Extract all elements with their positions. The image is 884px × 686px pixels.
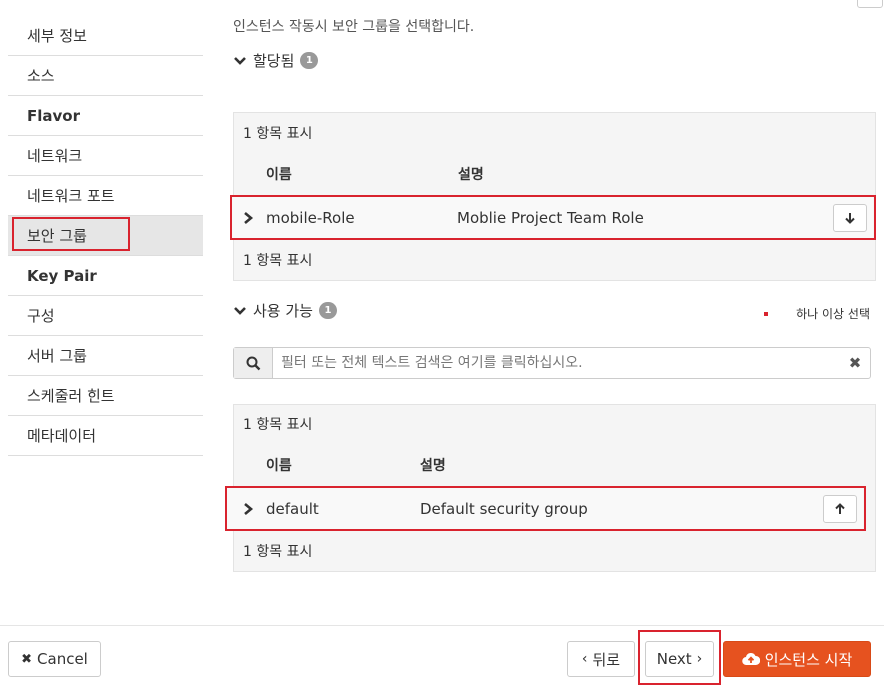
sidebar-item-server-groups[interactable]: 서버 그룹 <box>8 336 203 376</box>
sidebar-item-label: 네트워크 포트 <box>27 187 115 205</box>
row-description: Moblie Project Team Role <box>457 208 644 227</box>
help-button[interactable] <box>857 0 883 8</box>
search-addon <box>234 348 273 378</box>
allocated-toggle[interactable]: 할당됨 1 <box>233 50 319 71</box>
sidebar-item-label: 스케줄러 힌트 <box>27 387 115 405</box>
search-input[interactable] <box>273 348 840 378</box>
sidebar-item-label: Key Pair <box>27 266 97 285</box>
select-note-text: 하나 이상 선택 <box>796 307 870 321</box>
table-row[interactable]: default Default security group <box>225 486 866 531</box>
column-header-name: 이름 <box>266 167 292 183</box>
column-header-description: 설명 <box>458 167 484 183</box>
row-description: Default security group <box>420 499 588 518</box>
sidebar-item-label: 소스 <box>27 67 55 85</box>
sidebar-item-key-pair[interactable]: Key Pair <box>8 256 203 296</box>
column-header-name: 이름 <box>266 458 292 474</box>
sidebar-item-flavor[interactable]: Flavor <box>8 96 203 136</box>
close-icon: ✖ <box>21 651 33 667</box>
arrow-up-icon <box>835 502 845 514</box>
back-label: 뒤로 <box>592 650 621 669</box>
available-title: 사용 가능 <box>253 302 313 320</box>
sidebar-item-details[interactable]: 세부 정보 <box>8 16 203 56</box>
allocate-button[interactable] <box>823 494 857 523</box>
footer-divider <box>0 625 884 626</box>
sidebar-item-label: 메타데이터 <box>27 427 97 445</box>
row-name: mobile-Role <box>266 208 355 227</box>
allocated-display-count-bottom: 1 항목 표시 <box>243 253 313 269</box>
deallocate-button[interactable] <box>833 203 867 232</box>
cancel-button[interactable]: ✖ Cancel <box>8 641 101 677</box>
allocated-count-badge: 1 <box>300 52 319 69</box>
back-button[interactable]: ‹ 뒤로 <box>567 641 635 677</box>
search-icon <box>246 356 260 370</box>
table-row[interactable]: mobile-Role Moblie Project Team Role <box>230 195 876 240</box>
arrow-down-icon <box>845 212 855 224</box>
sidebar-item-label: 서버 그룹 <box>27 347 87 365</box>
launch-instance-button[interactable]: 인스턴스 시작 <box>723 641 871 677</box>
available-count-badge: 1 <box>318 302 337 319</box>
row-name: default <box>266 499 319 518</box>
launch-label: 인스턴스 시작 <box>764 650 853 669</box>
clear-icon[interactable]: ✖ <box>840 348 870 378</box>
chevron-right-icon[interactable] <box>241 502 255 516</box>
sidebar-item-security-groups[interactable]: 보안 그룹 <box>8 216 203 256</box>
cloud-upload-icon <box>741 652 760 666</box>
intro-text: 인스턴스 작동시 보안 그룹을 선택합니다. <box>233 19 475 35</box>
wizard-sidebar: 세부 정보 소스 Flavor 네트워크 네트워크 포트 보안 그룹 Key P… <box>8 16 203 456</box>
sidebar-item-label: 세부 정보 <box>27 27 87 45</box>
chevron-left-icon: ‹ <box>581 651 588 667</box>
highlight-box <box>638 630 721 685</box>
selection-requirement: 하나 이상 선택 <box>764 305 870 322</box>
sidebar-item-label: 네트워크 <box>27 147 83 165</box>
chevron-down-icon <box>234 306 246 315</box>
sidebar-item-metadata[interactable]: 메타데이터 <box>8 416 203 456</box>
chevron-down-icon <box>234 56 246 65</box>
available-table: 1 항목 표시 이름 설명 default Default security g… <box>225 404 876 572</box>
sidebar-item-scheduler-hints[interactable]: 스케줄러 힌트 <box>8 376 203 416</box>
available-toggle[interactable]: 사용 가능 1 <box>233 300 337 321</box>
sidebar-item-network-ports[interactable]: 네트워크 포트 <box>8 176 203 216</box>
allocated-display-count: 1 항목 표시 <box>243 126 313 142</box>
available-display-count: 1 항목 표시 <box>243 417 313 433</box>
highlight-box <box>12 217 130 251</box>
allocated-title: 할당됨 <box>253 52 295 70</box>
available-display-count-bottom: 1 항목 표시 <box>243 544 313 560</box>
allocated-table: 1 항목 표시 이름 설명 mobile-Role Moblie Project… <box>230 112 876 281</box>
sidebar-item-label: 구성 <box>27 307 55 325</box>
sidebar-item-source[interactable]: 소스 <box>8 56 203 96</box>
sidebar-item-network[interactable]: 네트워크 <box>8 136 203 176</box>
cancel-label: Cancel <box>37 650 88 668</box>
sidebar-item-configuration[interactable]: 구성 <box>8 296 203 336</box>
sidebar-item-label: Flavor <box>27 106 80 125</box>
filter-search-bar: ✖ <box>233 347 871 379</box>
column-header-description: 설명 <box>420 458 446 474</box>
chevron-right-icon[interactable] <box>241 211 255 225</box>
required-marker <box>764 311 769 316</box>
